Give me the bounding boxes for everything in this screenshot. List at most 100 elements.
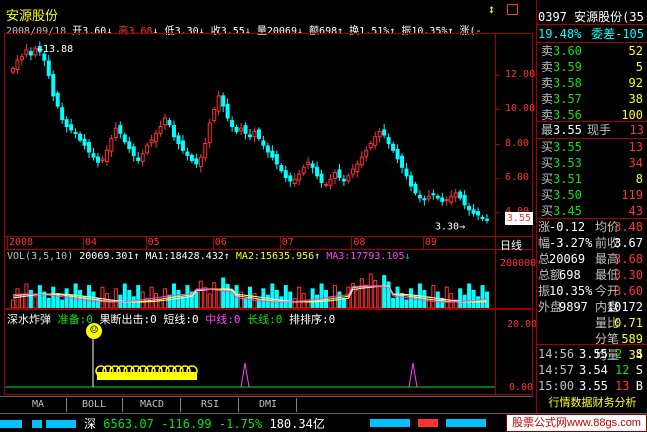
candlestick — [118, 121, 123, 139]
min-price-label: 3.30→ — [435, 221, 465, 232]
candlestick — [100, 156, 105, 164]
volume-bar — [373, 279, 378, 308]
buy-label: 买 — [541, 204, 554, 218]
date-tick: 06 — [214, 237, 227, 248]
volume-bar — [37, 285, 42, 308]
buy-price: 3.50 — [553, 188, 582, 202]
sell-row[interactable]: 卖 3.58 92 — [537, 75, 647, 91]
sell-row[interactable]: 卖 3.57 38 — [537, 91, 647, 107]
volume-bar — [364, 284, 369, 308]
tab-boll[interactable]: BOLL — [70, 398, 118, 412]
sell-row[interactable]: 卖 3.60 52 — [537, 43, 647, 59]
candlestick — [395, 144, 400, 164]
buy-row[interactable]: 买 3.45 43 — [537, 203, 647, 219]
candlestick — [341, 174, 346, 187]
candlestick — [28, 47, 33, 61]
side-divider-1 — [537, 24, 647, 25]
candlestick — [163, 113, 168, 130]
date-tick-mark — [212, 237, 214, 249]
price-tick: 8.00 — [505, 137, 530, 149]
index-name: 深 — [84, 417, 97, 431]
price-tick: 6.00 — [505, 171, 530, 183]
sell-price: 3.60 — [553, 44, 582, 58]
buy-row[interactable]: 买 3.51 8 — [537, 171, 647, 187]
volume-bar — [382, 275, 387, 308]
stat-value-2: 3.30 — [614, 268, 643, 282]
date-tick: 07 — [281, 237, 294, 248]
sell-row[interactable]: 卖 3.59 5 — [537, 59, 647, 75]
side-footer[interactable]: 行情数据财务分析 — [537, 394, 647, 411]
stat-value-2: 3.67 — [614, 236, 643, 250]
tab-ma[interactable]: MA — [14, 398, 62, 412]
candlestick — [73, 128, 78, 139]
buy-label: 买 — [541, 156, 554, 170]
candlestick — [171, 120, 176, 141]
volume-bar — [176, 289, 181, 308]
sell-label: 卖 — [541, 60, 554, 74]
candlestick — [55, 90, 60, 109]
buy-price: 3.53 — [553, 156, 582, 170]
tick-side: B — [635, 379, 643, 393]
candlestick — [82, 134, 87, 150]
volume-bar — [149, 286, 154, 308]
max-price-label: ←13.88 — [37, 44, 73, 55]
last-vol: 13 — [629, 123, 644, 137]
candlestick — [391, 141, 396, 153]
candlestick — [328, 174, 333, 190]
last-trade-row: 最 3.55 现手 13 — [537, 122, 647, 138]
volume-bar — [100, 286, 105, 308]
tick-side: S — [635, 363, 643, 377]
candlestick — [292, 173, 297, 187]
buy-row[interactable]: 买 3.55 13 — [537, 139, 647, 155]
status-right-blocks — [370, 419, 500, 429]
candlestick — [194, 153, 199, 169]
candlestick — [51, 70, 56, 101]
date-tick-mark — [279, 237, 281, 249]
buy-label: 买 — [541, 172, 554, 186]
indicator-chart[interactable] — [5, 325, 495, 393]
period-label[interactable]: 日线 — [500, 237, 522, 253]
vol-ma3: MA3:17793.105 — [326, 251, 405, 262]
candlestick — [458, 189, 463, 201]
volume-bar — [426, 296, 431, 308]
volume-bar — [319, 283, 324, 308]
stat-row: 总额 698 最低 3.30 — [537, 267, 647, 283]
buy-row[interactable]: 买 3.53 34 — [537, 155, 647, 171]
price-tick-mark — [495, 143, 500, 145]
price-chart[interactable]: ←13.88 3.30→ — [5, 34, 495, 236]
tab-dmi[interactable]: DMI — [244, 398, 292, 412]
volume-bar — [467, 283, 472, 308]
volume-axis-tick: 200000 — [500, 258, 537, 269]
candlestick — [364, 146, 369, 162]
price-tick-mark — [495, 109, 500, 111]
volume-bar — [69, 294, 74, 308]
volume-bar — [368, 273, 373, 308]
candlestick — [404, 163, 409, 180]
top-arrow-icon[interactable]: ↕ — [488, 3, 500, 15]
close-box-icon[interactable] — [507, 4, 518, 15]
volume-bar — [458, 288, 463, 308]
sell-volume: 5 — [635, 60, 643, 74]
volume-bar — [444, 286, 449, 308]
volume-bar — [288, 291, 293, 308]
volume-bar — [270, 283, 275, 308]
volume-bar — [46, 297, 51, 308]
stat-value: 20069 — [549, 252, 586, 266]
candlestick — [87, 139, 92, 158]
tab-rsi[interactable]: RSI — [186, 398, 234, 412]
side-title: 0397 安源股份(35 — [538, 8, 644, 25]
candlestick — [154, 129, 159, 148]
volume-bar — [261, 288, 266, 308]
volume-bar — [60, 299, 65, 308]
tab-macd[interactable]: MACD — [128, 398, 176, 412]
stat2-value: 0.71 — [614, 316, 643, 330]
indicator-spike — [240, 362, 250, 388]
date-tick: 09 — [424, 237, 437, 248]
buy-row[interactable]: 买 3.50 119 — [537, 187, 647, 203]
volume-chart[interactable] — [5, 264, 495, 308]
candlestick — [301, 164, 306, 176]
quote-side-panel: 0397 安源股份(35 19.48% 委差-105 卖 3.60 52 卖 3.59 5… — [536, 0, 647, 413]
candlestick — [346, 173, 351, 184]
volume-bar — [198, 280, 203, 308]
stat-value-2: 3.68 — [614, 252, 643, 266]
